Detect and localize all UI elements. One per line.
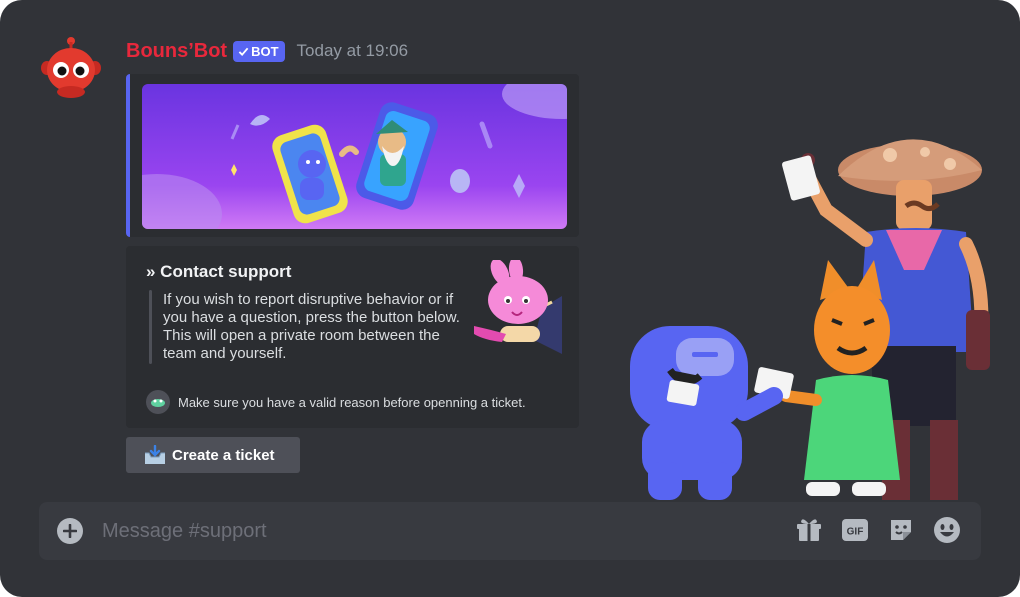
embed-footer: Make sure you have a valid reason before… [146,390,526,414]
check-icon [238,47,249,56]
message-input[interactable]: Message #support [102,520,267,543]
banner-embed [126,74,579,237]
create-ticket-label: Create a ticket [172,446,275,464]
svg-text:GIF: GIF [847,527,864,538]
message-composer: Message #support GIF [39,502,981,560]
message-header: Bouns’Bot BOT Today at 19:06 [126,38,408,64]
quote-bar [149,290,152,364]
embed-thumbnail[interactable] [472,260,562,354]
footer-icon [146,390,170,414]
bot-badge: BOT [233,40,285,62]
timestamp: Today at 19:06 [296,41,409,60]
chat-window: Bouns’Bot BOT Today at 19:06 » Contact s… [0,0,1020,597]
support-embed: » Contact support If you wish to report … [126,246,579,428]
emoji-icon[interactable] [933,516,961,544]
inbox-icon [145,445,165,464]
characters-illustration [630,139,990,500]
composer-actions: GIF [795,516,961,544]
embed-description: If you wish to report disruptive behavio… [163,291,460,362]
footer-text: Make sure you have a valid reason before… [178,394,526,410]
embed-title: » Contact support [146,262,292,281]
embed-accent-bar [126,74,130,237]
gift-icon[interactable] [795,516,823,544]
gif-icon[interactable]: GIF [841,516,869,544]
username[interactable]: Bouns’Bot [126,40,227,63]
bot-avatar[interactable] [38,34,104,100]
plus-circle-icon[interactable] [57,518,83,544]
bot-badge-label: BOT [251,43,279,59]
create-ticket-button[interactable]: Create a ticket [126,437,300,473]
banner-image[interactable] [142,84,567,229]
sticker-icon[interactable] [887,516,915,544]
